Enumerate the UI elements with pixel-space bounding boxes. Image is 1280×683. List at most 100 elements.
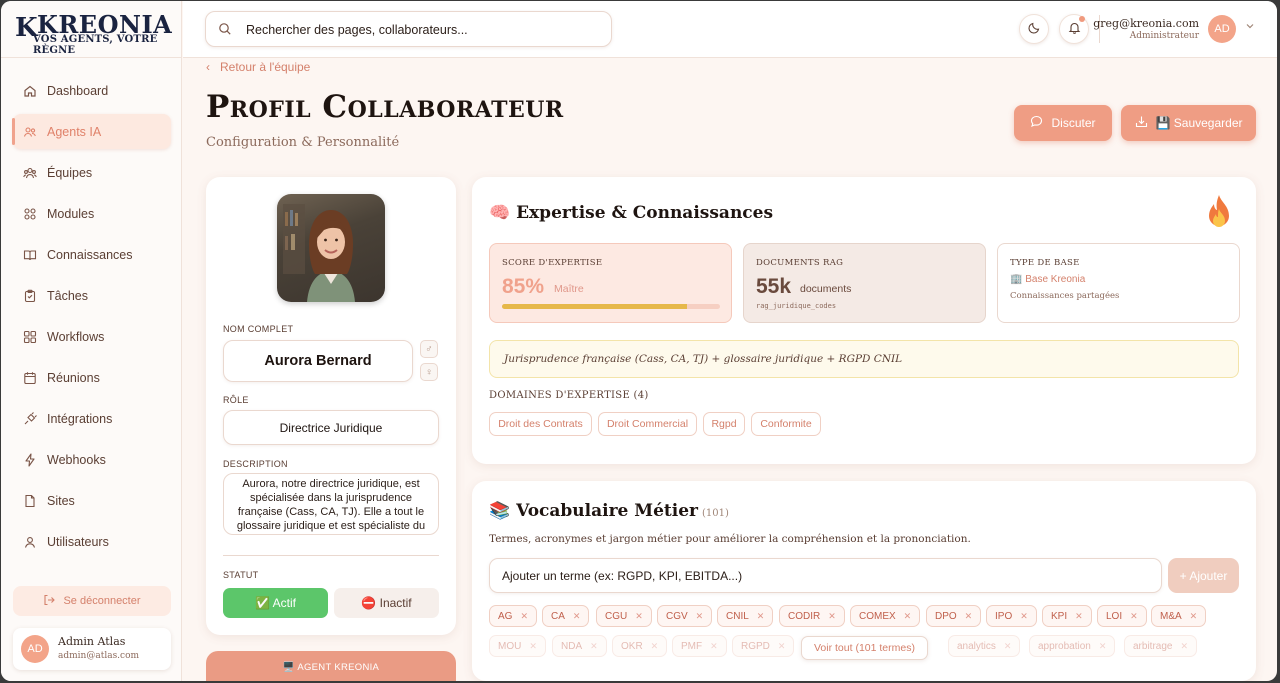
sidebar-item-connaissances[interactable]: Connaissances (13, 237, 171, 272)
close-icon[interactable]: ✕ (590, 641, 598, 652)
back-link[interactable]: ‹ Retour à l'équipe (206, 60, 310, 74)
close-icon[interactable]: ✕ (520, 611, 528, 622)
book-icon (23, 248, 37, 262)
sidebar-item-workflows[interactable]: Workflows (13, 319, 171, 354)
description-textarea[interactable]: Aurora, notre directrice juridique, est … (223, 473, 439, 535)
close-icon[interactable]: ✕ (1020, 611, 1028, 622)
sidebar-item-agents[interactable]: Agents IA (12, 114, 171, 149)
status-active-button[interactable]: ✅ Actif (223, 588, 328, 618)
sidebar-item-sites[interactable]: Sites (13, 483, 171, 518)
name-field[interactable]: Aurora Bernard (223, 340, 413, 382)
term-tag[interactable]: analytics ✕ (948, 635, 1021, 657)
base-name-link[interactable]: 🏢 Base Kreonia (1010, 274, 1085, 285)
header-avatar[interactable]: AD (1208, 15, 1236, 43)
term-tag[interactable]: CGU ✕ (596, 605, 652, 627)
term-tag[interactable]: AG ✕ (489, 605, 537, 627)
term-tag[interactable]: CODIR ✕ (779, 605, 845, 627)
calendar-icon (23, 371, 37, 385)
close-icon[interactable]: ✕ (1130, 611, 1138, 622)
chevron-down-icon[interactable] (1245, 21, 1255, 34)
male-toggle[interactable]: ♂ (420, 340, 438, 358)
close-icon[interactable]: ✕ (529, 641, 537, 652)
logout-button[interactable]: Se déconnecter (13, 586, 171, 616)
search-box[interactable] (205, 11, 612, 47)
term-tag[interactable]: MOU ✕ (489, 635, 546, 657)
term-label: AG (498, 610, 513, 622)
save-button[interactable]: 💾 Sauvegarder (1121, 105, 1256, 141)
close-icon[interactable]: ✕ (651, 641, 659, 652)
top-header: greg@kreonia.com Administrateur AD (183, 1, 1277, 58)
rag-documents-card: DOCUMENTS RAG 55k documents rag_juridiqu… (743, 243, 986, 323)
domain-chip[interactable]: Rgpd (703, 412, 745, 436)
term-label: CODIR (788, 610, 821, 622)
expertise-card: 🧠 Expertise & Connaissances SCORE D'EXPE… (472, 177, 1256, 464)
term-tag[interactable]: arbitrage ✕ (1124, 635, 1198, 657)
sidebar-item-webhooks[interactable]: Webhooks (13, 442, 171, 477)
sidebar-item-label: Utilisateurs (47, 534, 109, 549)
role-field[interactable]: Directrice Juridique (223, 410, 439, 445)
sidebar-item-integrations[interactable]: Intégrations (13, 401, 171, 436)
term-tag[interactable]: NDA ✕ (552, 635, 607, 657)
term-tag[interactable]: RGPD ✕ (732, 635, 795, 657)
close-icon[interactable]: ✕ (965, 611, 973, 622)
term-tag[interactable]: CA ✕ (542, 605, 590, 627)
close-icon[interactable]: ✕ (635, 611, 643, 622)
description-label: DESCRIPTION (223, 459, 288, 469)
close-icon[interactable]: ✕ (696, 611, 704, 622)
close-icon[interactable]: ✕ (1190, 611, 1198, 622)
sidebar-item-reunions[interactable]: Réunions (13, 360, 171, 395)
close-icon[interactable]: ✕ (710, 641, 718, 652)
sidebar-item-utilisateurs[interactable]: Utilisateurs (13, 524, 171, 559)
chat-button[interactable]: Discuter (1014, 105, 1112, 141)
sidebar-item-modules[interactable]: Modules (13, 196, 171, 231)
search-input[interactable] (246, 20, 596, 40)
term-tag[interactable]: approbation ✕ (1029, 635, 1116, 657)
term-tag[interactable]: KPI ✕ (1042, 605, 1092, 627)
base-type-card: TYPE DE BASE 🏢 Base Kreonia Connaissance… (997, 243, 1240, 323)
domain-chip[interactable]: Droit Commercial (598, 412, 697, 436)
sidebar-item-dashboard[interactable]: Dashboard (13, 73, 171, 108)
term-input-box[interactable] (489, 558, 1162, 593)
close-icon[interactable]: ✕ (1099, 641, 1107, 652)
term-tag[interactable]: CNIL ✕ (717, 605, 774, 627)
female-toggle[interactable]: ♀ (420, 363, 438, 381)
term-input[interactable] (502, 567, 1142, 585)
term-tag[interactable]: DPO ✕ (926, 605, 982, 627)
term-label: OKR (621, 640, 643, 652)
theme-toggle-button[interactable] (1019, 14, 1049, 44)
close-icon[interactable]: ✕ (778, 641, 786, 652)
see-all-terms-button[interactable]: Voir tout (101 termes) (801, 636, 928, 660)
app-window: K KREONIA VOS AGENTS, VOTRE RÈGNE Dashbo… (1, 1, 1277, 681)
term-tag[interactable]: OKR ✕ (612, 635, 668, 657)
sidebar-user-card[interactable]: AD Admin Atlas admin@atlas.com (13, 628, 171, 670)
close-icon[interactable]: ✕ (828, 611, 836, 622)
term-tag[interactable]: PMF ✕ (672, 635, 727, 657)
profile-card: NOM COMPLET Aurora Bernard ♂ ♀ RÔLE Dire… (206, 177, 456, 635)
score-progress-bar (502, 304, 720, 309)
term-tag[interactable]: IPO ✕ (986, 605, 1037, 627)
brand-logo[interactable]: K KREONIA VOS AGENTS, VOTRE RÈGNE (1, 1, 182, 58)
close-icon[interactable]: ✕ (1075, 611, 1083, 622)
clipboard-icon (23, 289, 37, 303)
status-inactive-button[interactable]: ⛔ Inactif (334, 588, 439, 618)
notifications-button[interactable] (1059, 14, 1089, 44)
sidebar-item-label: Agents IA (47, 124, 102, 139)
profile-photo[interactable] (277, 194, 385, 302)
download-icon (1135, 115, 1148, 131)
term-tag[interactable]: LOI ✕ (1097, 605, 1147, 627)
term-label: PMF (681, 640, 703, 652)
sidebar-item-equipes[interactable]: Équipes (13, 155, 171, 190)
close-icon[interactable]: ✕ (904, 611, 912, 622)
sidebar-item-taches[interactable]: Tâches (13, 278, 171, 313)
domain-chip[interactable]: Conformite (751, 412, 821, 436)
close-icon[interactable]: ✕ (1180, 641, 1188, 652)
close-icon[interactable]: ✕ (757, 611, 765, 622)
term-tag[interactable]: M&A ✕ (1151, 605, 1207, 627)
page-subtitle: Configuration & Personnalité (206, 135, 400, 150)
term-tag[interactable]: COMEX ✕ (850, 605, 921, 627)
domain-chip[interactable]: Droit des Contrats (489, 412, 592, 436)
close-icon[interactable]: ✕ (1004, 641, 1012, 652)
close-icon[interactable]: ✕ (573, 611, 581, 622)
term-tag[interactable]: CGV ✕ (657, 605, 713, 627)
add-term-button[interactable]: + Ajouter (1168, 558, 1239, 593)
